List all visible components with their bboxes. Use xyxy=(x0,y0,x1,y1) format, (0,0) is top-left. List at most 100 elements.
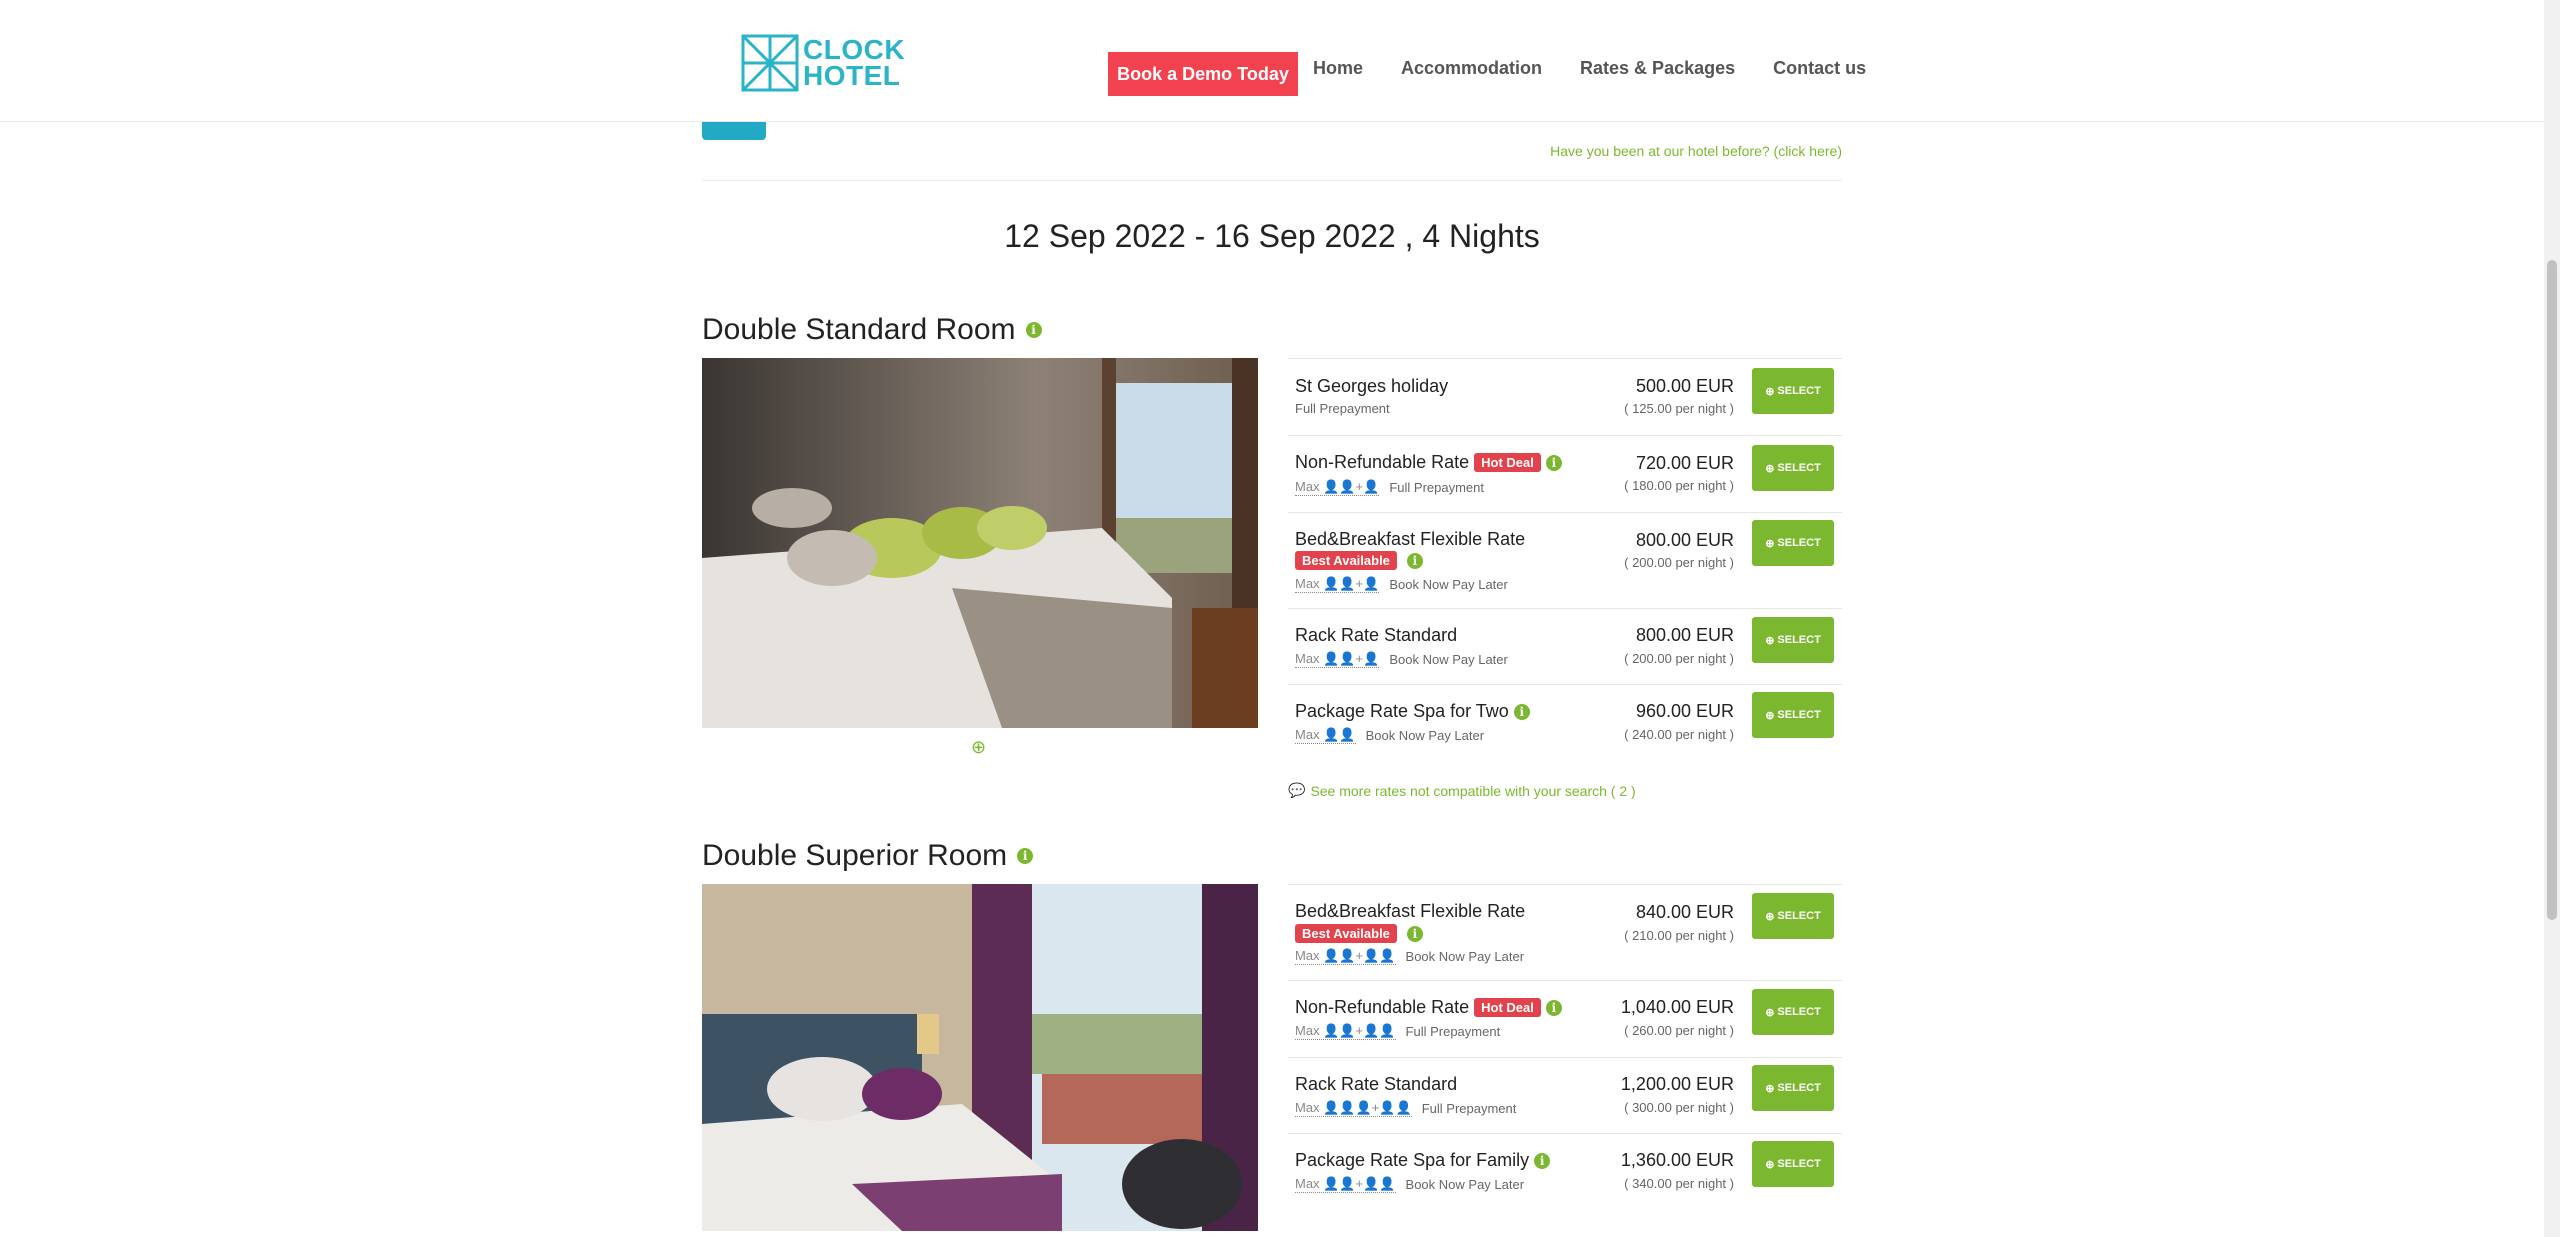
info-icon[interactable]: i xyxy=(1025,322,1042,338)
rate-total-price: 960.00 EUR xyxy=(1635,701,1734,721)
rate-total-price: 840.00 EUR xyxy=(1635,902,1734,922)
logo-mark-icon xyxy=(741,34,799,92)
more-rates-text: See more rates not compatible with your … xyxy=(1310,782,1636,799)
rate-name-text: Package Rate Spa for Family xyxy=(1295,1150,1530,1170)
rate-name-text: Non-Refundable Rate xyxy=(1295,452,1470,472)
occupancy-icons: 👤👤+👤 xyxy=(1323,479,1380,494)
rate-name: Bed&Breakfast Flexible Rate xyxy=(1295,901,1525,922)
rate-name: St Georges holiday xyxy=(1295,376,1448,397)
rate-row: Rack Rate Standard Max 👤👤+👤 Book Now Pay … xyxy=(1288,608,1842,684)
rate-total-price: 1,040.00 EUR xyxy=(1620,997,1734,1017)
select-label: SELECT xyxy=(1777,910,1821,922)
rate-per-night: ( 340.00 per night ) xyxy=(1624,1176,1734,1191)
room-title-text: Double Standard Room xyxy=(702,313,1016,346)
info-icon[interactable]: i xyxy=(1017,848,1034,864)
max-occupancy[interactable]: Max 👤👤+👤 xyxy=(1295,651,1380,668)
payment-text: Full Prepayment xyxy=(1421,1101,1517,1116)
rate-name-text: Rack Rate Standard xyxy=(1295,625,1458,645)
site-header: CLOCK HOTEL Book a Demo Today Home Accom… xyxy=(0,0,2544,122)
nav-home[interactable]: Home xyxy=(1313,58,1363,79)
logo-line-2: HOTEL xyxy=(803,60,901,91)
max-occupancy[interactable]: Max 👤👤👤+👤👤 xyxy=(1295,1100,1412,1117)
room-title-double-superior: Double Superior Room i xyxy=(702,839,1034,873)
select-rate-button[interactable]: ⊕ SELECT xyxy=(1752,520,1834,566)
hotel-logo[interactable]: CLOCK HOTEL xyxy=(741,34,905,92)
max-occupancy[interactable]: Max 👤👤+👤 xyxy=(1295,576,1380,593)
info-icon[interactable]: i xyxy=(1545,999,1562,1016)
max-label: Max xyxy=(1295,651,1320,666)
plus-circle-icon: ⊕ xyxy=(1765,910,1775,923)
room-photo-double-superior[interactable] xyxy=(702,884,1258,1231)
rate-per-night: ( 300.00 per night ) xyxy=(1624,1100,1734,1115)
rate-row: Bed&Breakfast Flexible Rate Best Availab… xyxy=(1288,512,1842,608)
select-rate-button[interactable]: ⊕ SELECT xyxy=(1752,445,1834,491)
info-icon[interactable]: i xyxy=(1406,925,1423,942)
max-occupancy[interactable]: Max 👤👤+👤👤 xyxy=(1295,948,1396,965)
select-rate-button[interactable]: ⊕ SELECT xyxy=(1752,617,1834,663)
rate-name: Non-Refundable Rate Hot Deal i xyxy=(1295,452,1562,473)
room-photo-double-standard[interactable] xyxy=(702,358,1258,728)
select-label: SELECT xyxy=(1777,634,1821,646)
nav-contact[interactable]: Contact us xyxy=(1773,58,1866,79)
info-icon[interactable]: i xyxy=(1534,1152,1551,1169)
occupancy-icons: 👤👤👤+👤👤 xyxy=(1323,1100,1412,1115)
rate-per-night: ( 125.00 per night ) xyxy=(1624,401,1734,416)
select-rate-button[interactable]: ⊕ SELECT xyxy=(1752,1065,1834,1111)
select-label: SELECT xyxy=(1777,1006,1821,1018)
nav-rates-packages[interactable]: Rates & Packages xyxy=(1580,58,1735,79)
rate-details: Max 👤👤+👤👤 Book Now Pay Later xyxy=(1295,1176,1524,1193)
zoom-in-icon[interactable]: ⊕ xyxy=(971,737,986,758)
plus-circle-icon: ⊕ xyxy=(1765,462,1775,475)
info-icon[interactable]: i xyxy=(1545,454,1562,471)
info-icon[interactable]: i xyxy=(1406,552,1423,569)
select-rate-button[interactable]: ⊕ SELECT xyxy=(1752,692,1834,738)
rate-total-price: 1,360.00 EUR xyxy=(1620,1150,1734,1170)
max-occupancy[interactable]: Max 👤👤+👤👤 xyxy=(1295,1176,1396,1193)
plus-circle-icon: ⊕ xyxy=(1765,385,1775,398)
rate-name: Package Rate Spa for Two i xyxy=(1295,701,1530,722)
max-label: Max xyxy=(1295,1023,1320,1038)
rate-per-night: ( 200.00 per night ) xyxy=(1624,651,1734,666)
select-label: SELECT xyxy=(1777,385,1821,397)
page-scrollbar[interactable] xyxy=(2544,0,2560,1237)
comment-icon: 💬 xyxy=(1288,782,1306,798)
plus-circle-icon: ⊕ xyxy=(1765,1006,1775,1019)
bedroom-photo-image xyxy=(702,358,1258,728)
payment-text: Full Prepayment xyxy=(1389,480,1484,495)
book-demo-button[interactable]: Book a Demo Today xyxy=(1108,52,1298,96)
plus-circle-icon: ⊕ xyxy=(1765,1158,1775,1171)
rate-details: Max 👤👤+👤👤 Book Now Pay Later xyxy=(1295,948,1524,965)
main-nav: Home Accommodation Rates & Packages Cont… xyxy=(1313,58,1866,79)
plus-circle-icon: ⊕ xyxy=(1765,634,1775,647)
select-rate-button[interactable]: ⊕ SELECT xyxy=(1752,989,1834,1035)
info-icon[interactable]: i xyxy=(1513,703,1530,720)
occupancy-icons: 👤👤+👤👤 xyxy=(1323,1023,1396,1038)
occupancy-icons: 👤👤+👤👤 xyxy=(1323,1176,1396,1191)
select-rate-button[interactable]: ⊕ SELECT xyxy=(1752,1141,1834,1187)
select-label: SELECT xyxy=(1777,537,1821,549)
logo-text: CLOCK HOTEL xyxy=(803,36,905,91)
payment-text: Book Now Pay Later xyxy=(1405,1177,1525,1192)
nav-accommodation[interactable]: Accommodation xyxy=(1401,58,1542,79)
rate-badges: Best Available i xyxy=(1295,924,1423,943)
rate-total-price: 800.00 EUR xyxy=(1635,530,1734,550)
select-rate-button[interactable]: ⊕ SELECT xyxy=(1752,368,1834,414)
rates-list-double-standard: St Georges holiday Full Prepayment 500.0… xyxy=(1288,358,1842,760)
max-occupancy[interactable]: Max 👤👤+👤👤 xyxy=(1295,1023,1396,1040)
select-rate-button[interactable]: ⊕ SELECT xyxy=(1752,893,1834,939)
max-occupancy[interactable]: Max 👤👤 xyxy=(1295,727,1356,744)
more-rates-link[interactable]: 💬 See more rates not compatible with your… xyxy=(1288,782,1636,799)
returning-guest-link[interactable]: Have you been at our hotel before? (clic… xyxy=(1550,143,1842,159)
rate-row: Rack Rate Standard Max 👤👤👤+👤👤 Full Prepay… xyxy=(1288,1057,1842,1133)
rate-row: Bed&Breakfast Flexible Rate Best Availab… xyxy=(1288,884,1842,980)
divider xyxy=(702,180,1842,181)
occupancy-icons: 👤👤+👤 xyxy=(1323,651,1380,666)
rate-row: St Georges holiday Full Prepayment 500.0… xyxy=(1288,358,1842,435)
plus-circle-icon: ⊕ xyxy=(1765,1082,1775,1095)
room-title-text: Double Superior Room xyxy=(702,839,1008,872)
max-label: Max xyxy=(1295,1176,1320,1191)
max-occupancy[interactable]: Max 👤👤+👤 xyxy=(1295,479,1380,496)
scrollbar-thumb[interactable] xyxy=(2547,260,2557,920)
rate-name-text: St Georges holiday xyxy=(1295,376,1449,396)
rate-per-night: ( 210.00 per night ) xyxy=(1624,928,1734,943)
